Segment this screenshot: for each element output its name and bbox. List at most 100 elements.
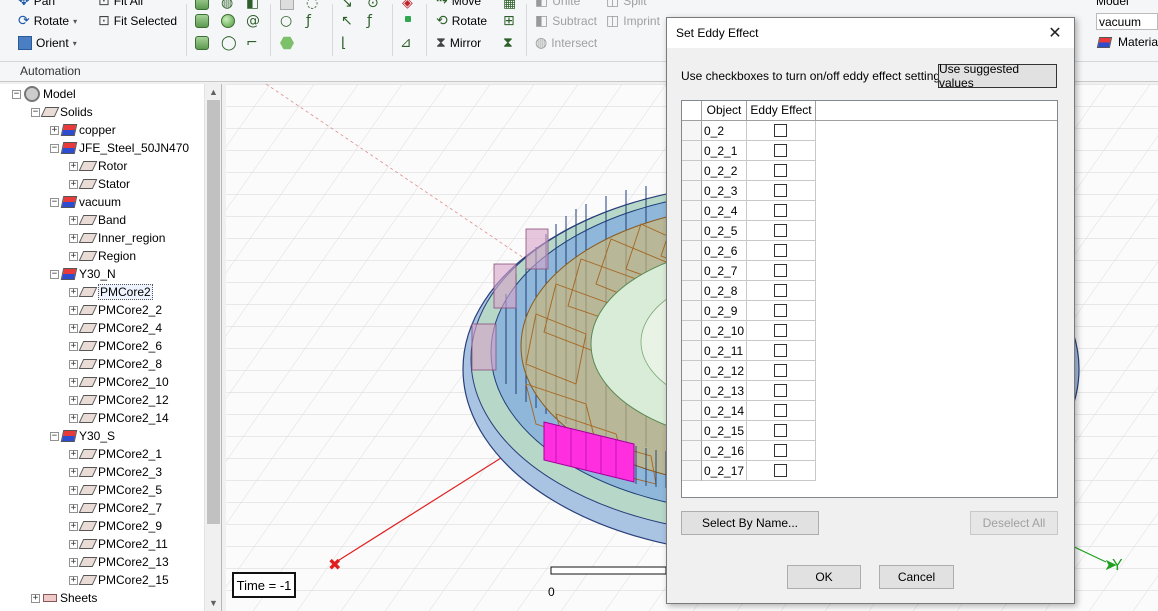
- expand-icon[interactable]: +: [69, 161, 78, 171]
- draw-cylinder-button[interactable]: [195, 14, 209, 28]
- tree-scrollbar[interactable]: ▲ ▼: [204, 84, 221, 611]
- intersect-button[interactable]: ◍ Intersect: [535, 36, 597, 50]
- draw-cone-button[interactable]: [195, 36, 209, 50]
- table-row[interactable]: 0_2_17: [682, 461, 816, 481]
- table-row[interactable]: 0_2_7: [682, 261, 816, 281]
- draw-equation-curve-button[interactable]: ƒ: [367, 14, 372, 28]
- row-header-cell[interactable]: [682, 401, 702, 421]
- material-button[interactable]: Material: [1096, 35, 1158, 49]
- move-button[interactable]: ⇢ Move: [436, 0, 481, 8]
- row-header-cell[interactable]: [682, 261, 702, 281]
- tree-node[interactable]: + PMCore2_5: [69, 481, 162, 499]
- expand-icon[interactable]: +: [69, 215, 78, 225]
- tree-node[interactable]: + PMCore2_15: [69, 571, 169, 589]
- expand-icon[interactable]: +: [69, 305, 78, 315]
- expand-icon[interactable]: +: [69, 413, 78, 423]
- expand-icon[interactable]: +: [69, 233, 78, 243]
- row-header-cell[interactable]: [682, 181, 702, 201]
- deselect-all-button[interactable]: Deselect All: [970, 511, 1058, 535]
- imprint-button[interactable]: ◫ Imprint: [606, 14, 660, 28]
- draw-box-button[interactable]: [195, 0, 209, 10]
- column-header-eddy-effect[interactable]: Eddy Effect: [747, 101, 816, 120]
- row-header-cell[interactable]: [682, 281, 702, 301]
- draw-spline-button[interactable]: ⌊: [341, 36, 346, 50]
- eddy-effect-checkbox[interactable]: [774, 124, 787, 137]
- expand-icon[interactable]: +: [69, 449, 78, 459]
- tree-node[interactable]: + PMCore2_9: [69, 517, 162, 535]
- tree-node[interactable]: + PMCore2_10: [69, 373, 169, 391]
- rotate-object-button[interactable]: ⟲ Rotate: [436, 14, 487, 28]
- tree-node[interactable]: + Sheets: [31, 589, 97, 607]
- collapse-icon[interactable]: −: [50, 431, 59, 441]
- eddy-effect-checkbox[interactable]: [774, 264, 787, 277]
- table-row[interactable]: 0_2_14: [682, 401, 816, 421]
- eddy-effect-checkbox[interactable]: [774, 244, 787, 257]
- tree-node[interactable]: − Y30_S: [50, 427, 115, 445]
- eddy-effect-checkbox[interactable]: [774, 384, 787, 397]
- row-header-cell[interactable]: [682, 321, 702, 341]
- row-header-cell[interactable]: [682, 461, 702, 481]
- table-row[interactable]: 0_2_6: [682, 241, 816, 261]
- cancel-button[interactable]: Cancel: [879, 565, 954, 589]
- tree-node[interactable]: + PMCore2_4: [69, 319, 162, 337]
- row-header-cell[interactable]: [682, 161, 702, 181]
- row-header-cell[interactable]: [682, 121, 702, 141]
- tree-node[interactable]: − vacuum: [50, 193, 121, 211]
- tree-node[interactable]: − Model: [12, 85, 76, 103]
- table-row[interactable]: 0_2_4: [682, 201, 816, 221]
- duplicate-around-axis-button[interactable]: ⊞: [503, 14, 515, 28]
- tree-node[interactable]: + PMCore2_13: [69, 553, 169, 571]
- collapse-icon[interactable]: −: [50, 269, 59, 279]
- dialog-title-bar[interactable]: Set Eddy Effect ✕: [667, 18, 1074, 48]
- eddy-effect-checkbox[interactable]: [774, 464, 787, 477]
- tree-node[interactable]: + Rotor: [69, 157, 127, 175]
- column-header-object[interactable]: Object: [702, 101, 747, 120]
- draw-region-button[interactable]: ◈: [402, 0, 413, 10]
- draw-helix-button[interactable]: ◧: [246, 0, 259, 10]
- expand-icon[interactable]: +: [69, 377, 78, 387]
- expand-icon[interactable]: +: [69, 575, 78, 585]
- draw-equation-surface-button[interactable]: ƒ: [306, 14, 311, 28]
- table-row[interactable]: 0_2_1: [682, 141, 816, 161]
- expand-icon[interactable]: +: [31, 593, 40, 603]
- tree-node[interactable]: + PMCore2_8: [69, 355, 162, 373]
- table-row[interactable]: 0_2_2: [682, 161, 816, 181]
- table-row[interactable]: 0_2_16: [682, 441, 816, 461]
- unite-button[interactable]: ◧ Unite: [535, 0, 580, 8]
- tree-node[interactable]: + PMCore2_11: [69, 535, 168, 553]
- eddy-effect-checkbox[interactable]: [774, 424, 787, 437]
- draw-line-button[interactable]: ↘: [341, 0, 353, 10]
- tree-node[interactable]: + PMCore2_7: [69, 499, 162, 517]
- tree-node[interactable]: − JFE_Steel_50JN470: [50, 139, 189, 157]
- draw-ring-button[interactable]: ◯: [221, 36, 237, 50]
- eddy-effect-checkbox[interactable]: [774, 224, 787, 237]
- mirror-button[interactable]: ⧗ Mirror: [436, 36, 481, 50]
- row-header-cell[interactable]: [682, 141, 702, 161]
- fit-all-button[interactable]: ⊡ Fit All: [98, 0, 143, 8]
- table-row[interactable]: 0_2_10: [682, 321, 816, 341]
- table-row[interactable]: 0_2_11: [682, 341, 816, 361]
- collapse-icon[interactable]: −: [50, 197, 59, 207]
- collapse-icon[interactable]: −: [12, 89, 21, 99]
- draw-ellipse-button[interactable]: ◌: [306, 0, 318, 10]
- tree-node[interactable]: + PMCore2: [69, 283, 153, 301]
- tree-node[interactable]: + PMCore2_1: [69, 445, 162, 463]
- row-header-cell[interactable]: [682, 381, 702, 401]
- expand-icon[interactable]: +: [69, 557, 78, 567]
- expand-icon[interactable]: +: [69, 287, 78, 297]
- eddy-effect-checkbox[interactable]: [774, 184, 787, 197]
- subtract-button[interactable]: ◧ Subtract: [535, 14, 597, 28]
- tree-node[interactable]: + PMCore2_3: [69, 463, 162, 481]
- duplicate-mirror-button[interactable]: ⧗: [503, 36, 513, 50]
- tree-node[interactable]: + PMCore2_6: [69, 337, 162, 355]
- row-header-cell[interactable]: [682, 201, 702, 221]
- expand-icon[interactable]: +: [69, 323, 78, 333]
- draw-arc-button[interactable]: ↖: [341, 14, 353, 28]
- eddy-effect-checkbox[interactable]: [774, 344, 787, 357]
- draw-spiral-button[interactable]: @: [246, 14, 260, 28]
- close-icon[interactable]: ✕: [1044, 22, 1066, 44]
- expand-icon[interactable]: +: [69, 341, 78, 351]
- eddy-effect-grid[interactable]: Object Eddy Effect 0_2 0_2_1 0_2_2 0_2_3 0_2…: [681, 100, 1058, 498]
- material-select[interactable]: vacuum: [1096, 13, 1158, 30]
- draw-sphere-button[interactable]: [221, 14, 235, 28]
